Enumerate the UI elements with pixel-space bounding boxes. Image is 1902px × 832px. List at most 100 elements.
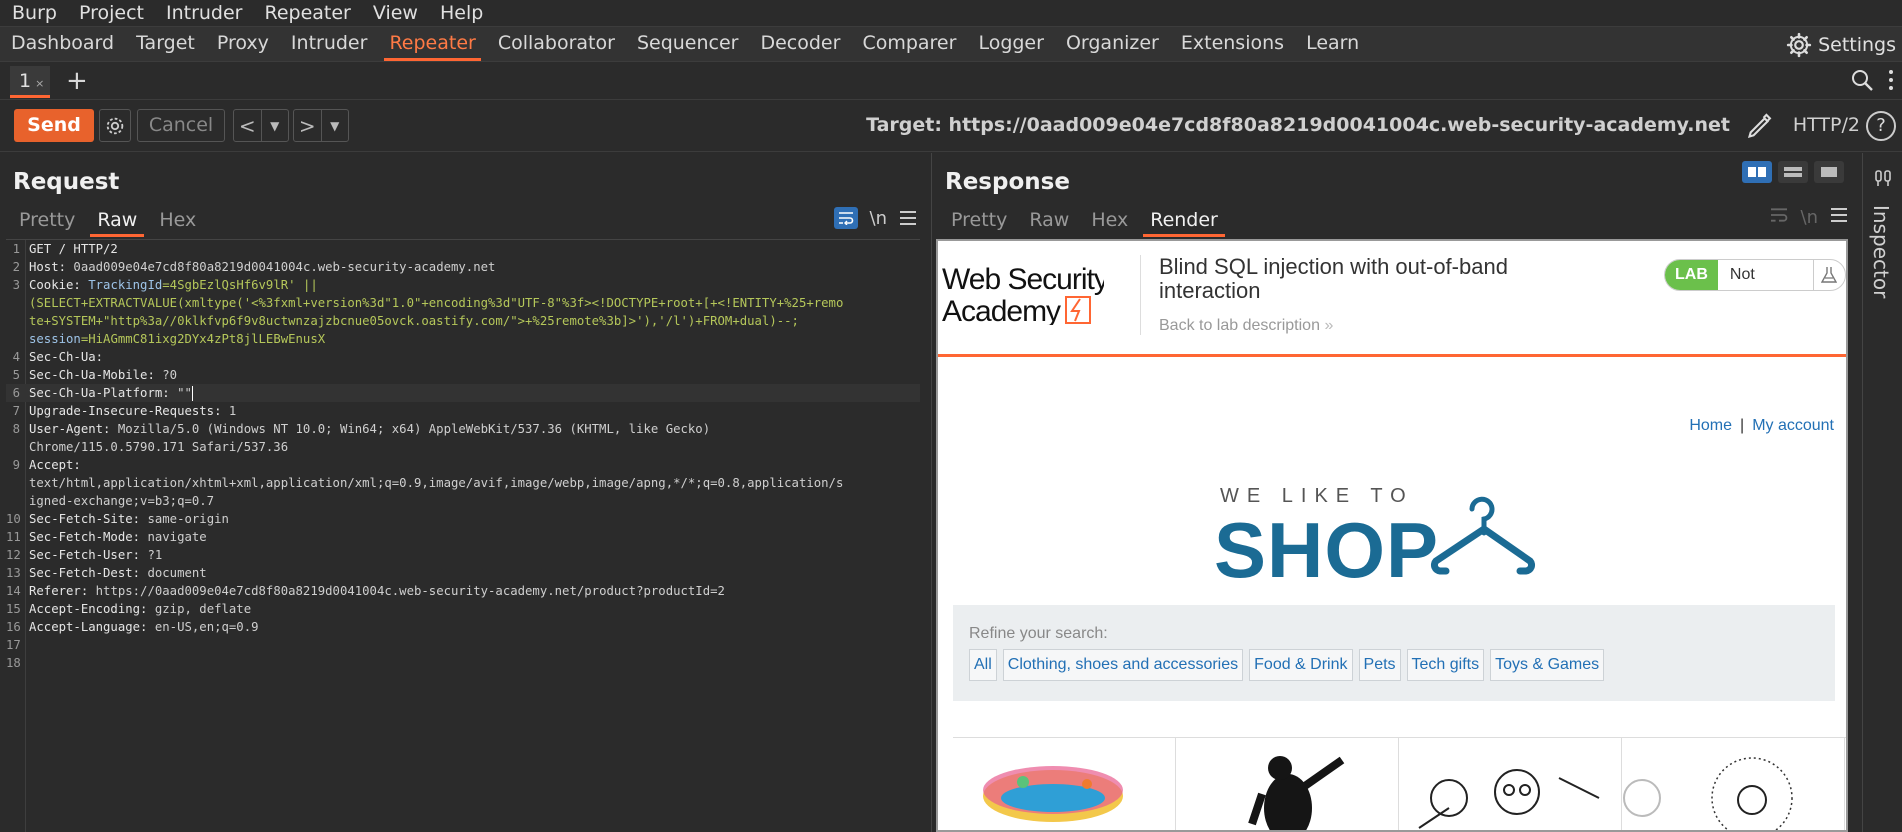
line-number: 18 bbox=[6, 656, 21, 670]
menu-icon[interactable] bbox=[1830, 207, 1848, 223]
filter-tech-gifts[interactable]: Tech gifts bbox=[1406, 649, 1485, 681]
tab-decoder[interactable]: Decoder bbox=[749, 26, 851, 62]
my-account-link[interactable]: My account bbox=[1752, 417, 1834, 434]
menu-repeater[interactable]: Repeater bbox=[252, 2, 360, 24]
cancel-button[interactable]: Cancel bbox=[137, 109, 225, 142]
more-options-icon[interactable] bbox=[1888, 69, 1894, 91]
request-settings-button[interactable] bbox=[99, 109, 131, 142]
editor-line: 18 bbox=[6, 654, 920, 672]
tab-sequencer[interactable]: Sequencer bbox=[626, 26, 750, 62]
filter-pets[interactable]: Pets bbox=[1358, 649, 1401, 681]
request-editor[interactable]: 1 GET / HTTP/2 2 Host: 0aad009e04e7cd8f80a… bbox=[6, 239, 920, 832]
filter-clothing[interactable]: Clothing, shoes and accessories bbox=[1002, 649, 1244, 681]
editor-line: 14 Referer: https://0aad009e04e7cd8f80a82… bbox=[6, 582, 920, 600]
line-number: 12 bbox=[6, 548, 21, 562]
filter-food-drink[interactable]: Food & Drink bbox=[1249, 649, 1353, 681]
word-wrap-icon bbox=[1770, 208, 1787, 222]
add-tab-icon[interactable]: + bbox=[66, 66, 88, 96]
tab-learn[interactable]: Learn bbox=[1295, 26, 1370, 62]
split-vertical-icon[interactable] bbox=[1742, 161, 1772, 183]
inspector-panel[interactable]: Inspector bbox=[1862, 153, 1902, 832]
settings-label: Settings bbox=[1818, 34, 1896, 56]
line-number: 5 bbox=[12, 368, 20, 382]
product-image-sketch[interactable] bbox=[1622, 738, 1845, 830]
single-pane-icon[interactable] bbox=[1814, 161, 1844, 183]
menu-view[interactable]: View bbox=[361, 2, 428, 24]
request-tab-raw[interactable]: Raw bbox=[86, 209, 148, 237]
history-forward-button[interactable]: > ▼ bbox=[293, 109, 349, 142]
filter-list: All Clothing, shoes and accessories Food… bbox=[969, 649, 1605, 681]
gear-icon bbox=[106, 117, 124, 134]
editor-line: 5 Sec-Ch-Ua-Mobile: ?0 bbox=[6, 366, 920, 384]
menu-intruder[interactable]: Intruder bbox=[154, 2, 253, 24]
editor-line-current: 6 Sec-Ch-Ua-Platform: "" bbox=[6, 384, 920, 402]
tab-proxy[interactable]: Proxy bbox=[206, 26, 280, 62]
lab-title: Blind SQL injection with out-of-band int… bbox=[1159, 254, 1508, 303]
tab-target[interactable]: Target bbox=[125, 26, 206, 62]
send-button[interactable]: Send bbox=[14, 109, 94, 142]
lab-badge-label: LAB bbox=[1665, 260, 1718, 290]
word-wrap-icon[interactable] bbox=[833, 207, 858, 229]
chevron-down-icon[interactable]: ▼ bbox=[260, 110, 289, 141]
split-horizontal-icon[interactable] bbox=[1778, 161, 1808, 183]
header-value: en-US,en;q=0.9 bbox=[147, 620, 259, 634]
repeater-tab-1[interactable]: 1 × bbox=[10, 66, 50, 98]
home-link[interactable]: Home bbox=[1689, 417, 1732, 434]
tab-logger[interactable]: Logger bbox=[967, 26, 1055, 62]
response-tab-render[interactable]: Render bbox=[1139, 209, 1229, 237]
banner-title: SHOP bbox=[1214, 506, 1440, 594]
tab-intruder[interactable]: Intruder bbox=[280, 26, 379, 62]
header-value: gzip, deflate bbox=[147, 602, 252, 616]
header-name: Cookie: bbox=[29, 278, 81, 292]
line-number: 14 bbox=[6, 584, 21, 598]
search-icon[interactable] bbox=[1850, 68, 1874, 92]
line-number: 10 bbox=[6, 512, 21, 526]
product-image-cartoon[interactable] bbox=[1399, 738, 1622, 830]
main-tab-bar: Dashboard Target Proxy Intruder Repeater… bbox=[0, 26, 1902, 62]
chevron-right-icon[interactable]: > bbox=[294, 110, 321, 141]
menu-burp[interactable]: Burp bbox=[0, 2, 67, 24]
settings-button[interactable]: Settings bbox=[1786, 27, 1896, 63]
chevron-left-icon[interactable]: < bbox=[234, 110, 261, 141]
request-tab-pretty[interactable]: Pretty bbox=[8, 209, 86, 237]
header-name: User-Agent: bbox=[29, 422, 111, 436]
request-tab-hex[interactable]: Hex bbox=[148, 209, 207, 237]
tab-comparer[interactable]: Comparer bbox=[851, 26, 967, 62]
chevron-down-icon[interactable]: ▼ bbox=[320, 110, 349, 141]
tab-collaborator[interactable]: Collaborator bbox=[487, 26, 626, 62]
tab-dashboard[interactable]: Dashboard bbox=[0, 26, 125, 62]
close-icon[interactable]: × bbox=[35, 77, 44, 90]
request-view-tabs: Pretty Raw Hex bbox=[8, 209, 207, 237]
http-version-label[interactable]: HTTP/2 bbox=[1793, 114, 1860, 136]
header-value: text/html,application/xhtml+xml,applicat… bbox=[29, 476, 844, 490]
response-tab-raw[interactable]: Raw bbox=[1018, 209, 1080, 237]
header-value: navigate bbox=[140, 530, 207, 544]
line-number: 16 bbox=[6, 620, 21, 634]
svg-text:Web Security: Web Security bbox=[942, 263, 1104, 296]
tab-extensions[interactable]: Extensions bbox=[1170, 26, 1295, 62]
newline-toggle[interactable]: \n bbox=[870, 208, 887, 229]
editor-line: (SELECT+EXTRACTVALUE(xmltype('<%3fxml+ve… bbox=[6, 294, 920, 312]
menu-project[interactable]: Project bbox=[67, 2, 154, 24]
header-value: Chrome/115.0.5790.171 Safari/537.36 bbox=[29, 440, 289, 454]
filter-toys-games[interactable]: Toys & Games bbox=[1490, 649, 1605, 681]
back-to-description-link[interactable]: Back to lab description » bbox=[1159, 317, 1333, 335]
filter-all[interactable]: All bbox=[969, 649, 997, 681]
product-image-pool[interactable] bbox=[953, 738, 1176, 830]
product-image-silhouette[interactable] bbox=[1176, 738, 1399, 830]
menu-help[interactable]: Help bbox=[428, 2, 493, 24]
response-tab-hex[interactable]: Hex bbox=[1080, 209, 1139, 237]
help-icon[interactable]: ? bbox=[1866, 111, 1896, 141]
editor-line: 1 GET / HTTP/2 bbox=[6, 240, 920, 258]
tab-repeater[interactable]: Repeater bbox=[378, 26, 486, 62]
editor-line: 4 Sec-Ch-Ua: bbox=[6, 348, 920, 366]
edit-target-icon[interactable] bbox=[1746, 112, 1774, 140]
lab-status-label: Not solved bbox=[1729, 266, 1755, 283]
history-back-button[interactable]: < ▼ bbox=[233, 109, 289, 142]
header-name: Sec-Fetch-User: bbox=[29, 548, 141, 562]
header-name: Sec-Fetch-Mode: bbox=[29, 530, 141, 544]
response-tab-pretty[interactable]: Pretty bbox=[940, 209, 1018, 237]
tab-organizer[interactable]: Organizer bbox=[1055, 26, 1170, 62]
line-number: 15 bbox=[6, 602, 21, 616]
menu-icon[interactable] bbox=[899, 210, 917, 226]
